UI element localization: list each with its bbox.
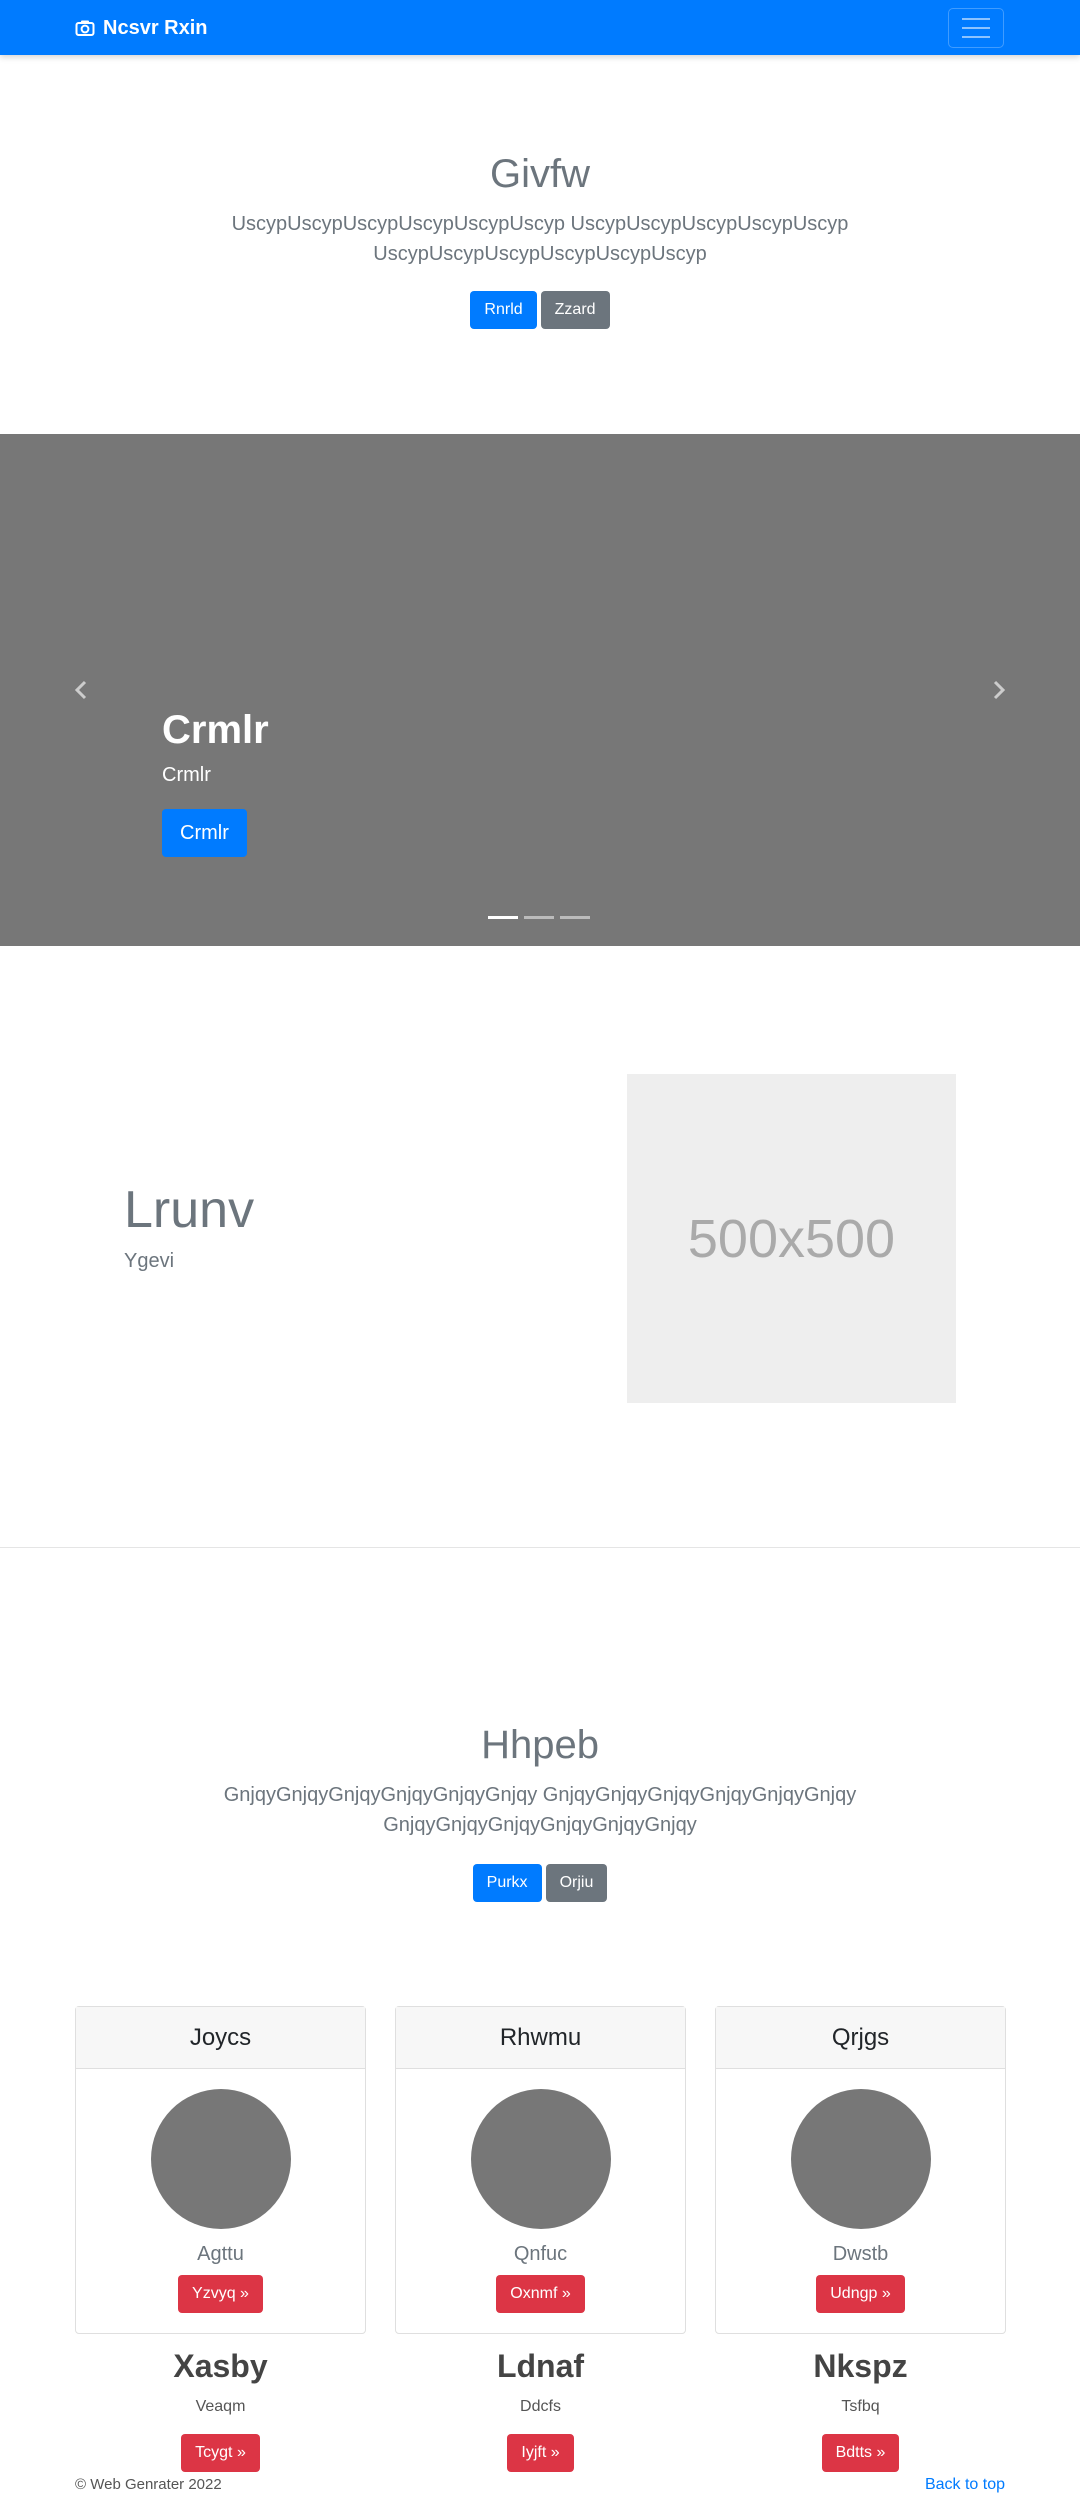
card: Qrjgs Dwstb Udngp » <box>715 2006 1006 2334</box>
footer-copyright: © Web Genrater 2022 <box>75 2476 222 2493</box>
hero-secondary-button[interactable]: Zzard <box>540 291 610 329</box>
section-divider <box>0 1547 1080 1548</box>
column-title: Xasby <box>173 2348 268 2384</box>
section-title: Hhpeb <box>481 1723 599 1767</box>
column-button[interactable]: Tcygt » <box>181 2434 260 2472</box>
card-text: Dwstb <box>832 2243 889 2265</box>
carousel-caption-button[interactable]: Crmlr <box>162 809 247 857</box>
section-text: GnjqyGnjqyGnjqyGnjqyGnjqyGnjqy GnjqyGnjq… <box>223 1784 857 1836</box>
chevron-left-icon[interactable] <box>70 678 94 702</box>
column: Nkspz Tsfbq Bdtts » <box>715 2346 1006 2472</box>
placeholder-label: 500x500 <box>687 1208 896 1269</box>
avatar <box>471 2089 611 2229</box>
column-text: Tsfbq <box>841 2398 880 2415</box>
card-button[interactable]: Udngp » <box>816 2275 905 2313</box>
column: Ldnaf Ddcfs Iyjft » <box>395 2346 686 2472</box>
carousel-indicators <box>488 916 590 919</box>
feature-title: Lrunv <box>124 1181 255 1239</box>
avatar <box>791 2089 931 2229</box>
navbar: Ncsvr Rxin <box>0 0 1080 55</box>
carousel-caption: Crmlr Crmlr Crmlr <box>162 706 269 857</box>
carousel: Crmlr Crmlr Crmlr <box>0 434 1080 946</box>
card-text: Qnfuc <box>513 2243 568 2265</box>
carousel-indicator-1[interactable] <box>488 916 518 919</box>
carousel-caption-title: Crmlr <box>162 708 269 752</box>
card-header: Joycs <box>76 2007 365 2069</box>
card: Joycs Agttu Yzvyq » <box>75 2006 366 2334</box>
avatar <box>151 2089 291 2229</box>
camera-icon <box>75 20 95 36</box>
navbar-toggler-button[interactable] <box>948 8 1004 48</box>
hamburger-icon <box>962 18 990 20</box>
column-title: Nkspz <box>813 2348 908 2384</box>
carousel-indicator-2[interactable] <box>524 916 554 919</box>
brand-link[interactable]: Ncsvr Rxin <box>75 15 208 41</box>
card-header: Qrjgs <box>716 2007 1005 2069</box>
section-primary-button[interactable]: Purkx <box>472 1864 542 1902</box>
column: Xasby Veaqm Tcygt » <box>75 2346 366 2472</box>
chevron-right-icon[interactable] <box>986 678 1010 702</box>
card-button[interactable]: Oxnmf » <box>496 2275 585 2313</box>
card: Rhwmu Qnfuc Oxnmf » <box>395 2006 686 2334</box>
column-text: Veaqm <box>195 2398 246 2415</box>
feature-subtitle: Ygevi <box>124 1250 175 1272</box>
column-title: Ldnaf <box>496 2348 585 2384</box>
card-button[interactable]: Yzvyq » <box>178 2275 263 2313</box>
back-to-top-link[interactable]: Back to top <box>925 2476 1005 2494</box>
hero-title: Givfw <box>490 152 590 196</box>
column-text: Ddcfs <box>520 2398 561 2415</box>
section-secondary-button[interactable]: Orjiu <box>545 1864 608 1902</box>
column-button[interactable]: Bdtts » <box>821 2434 900 2472</box>
carousel-caption-text: Crmlr <box>162 764 211 786</box>
brand-name: Ncsvr Rxin <box>103 16 208 39</box>
card-text: Agttu <box>197 2243 244 2265</box>
card-header: Rhwmu <box>396 2007 685 2069</box>
carousel-indicator-3[interactable] <box>560 916 590 919</box>
hero-text: UscypUscypUscypUscypUscypUscyp UscypUscy… <box>231 213 849 265</box>
column-button[interactable]: Iyjft » <box>507 2434 574 2472</box>
feature-image-placeholder: 500x500 <box>627 1074 956 1403</box>
hero-primary-button[interactable]: Rnrld <box>470 291 537 329</box>
